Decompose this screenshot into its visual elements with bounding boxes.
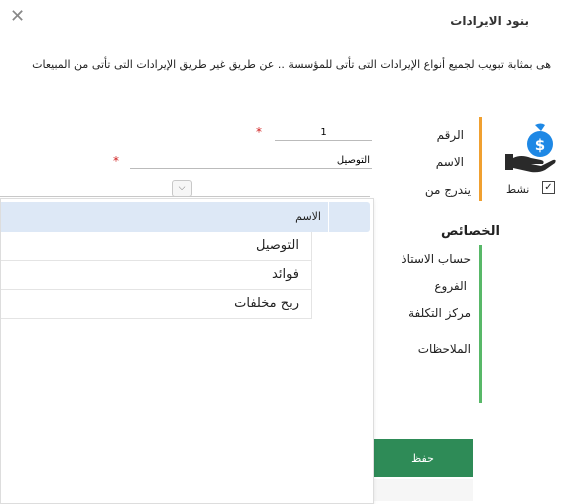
- dropdown-header-side: [329, 202, 370, 232]
- ledger-account-label: حساب الاستاذ: [401, 252, 471, 266]
- cost-center-label: مركز التكلفة: [408, 306, 471, 320]
- required-mark-number: *: [256, 125, 262, 139]
- name-label: الاسم: [435, 155, 464, 169]
- number-label: الرقم: [436, 128, 464, 142]
- save-button[interactable]: حفظ: [372, 439, 473, 477]
- section-accent-orange: [479, 117, 482, 201]
- dropdown-option[interactable]: التوصيل: [1, 232, 312, 261]
- section-accent-green: [479, 245, 482, 403]
- dropdown-column-header: الاسم: [295, 210, 321, 223]
- dropdown-option-label: ربح مخلفات: [234, 296, 299, 311]
- dropdown-option[interactable]: ربح مخلفات: [1, 290, 312, 319]
- parent-label: يندرج من: [424, 183, 471, 197]
- svg-text:$: $: [535, 136, 545, 154]
- notes-label: الملاحظات: [417, 342, 471, 356]
- dialog-description: هى بمثابة تبويب لجميع أنواع الإيرادات ال…: [32, 58, 551, 71]
- chevron-down-icon[interactable]: ⌵: [172, 180, 192, 197]
- close-icon[interactable]: ✕: [10, 8, 25, 26]
- active-checkbox[interactable]: ✓: [542, 181, 555, 194]
- dropdown-header: [1, 202, 328, 232]
- branches-label: الفروع: [434, 279, 467, 293]
- name-field[interactable]: [130, 152, 372, 169]
- footer-strip: [372, 479, 473, 501]
- parent-dropdown-list: الاسم التوصيل فوائد ربح مخلفات: [0, 198, 374, 504]
- number-field[interactable]: [275, 124, 372, 141]
- dropdown-option[interactable]: فوائد: [1, 261, 312, 290]
- required-mark-name: *: [113, 154, 119, 168]
- dropdown-option-label: فوائد: [272, 267, 299, 282]
- active-label: نشط: [506, 183, 530, 196]
- dialog-title: بنود الايرادات: [450, 14, 529, 28]
- money-bag-hand-icon: $: [505, 123, 556, 173]
- dropdown-option-label: التوصيل: [255, 238, 299, 253]
- properties-heading: الخصائص: [440, 224, 500, 239]
